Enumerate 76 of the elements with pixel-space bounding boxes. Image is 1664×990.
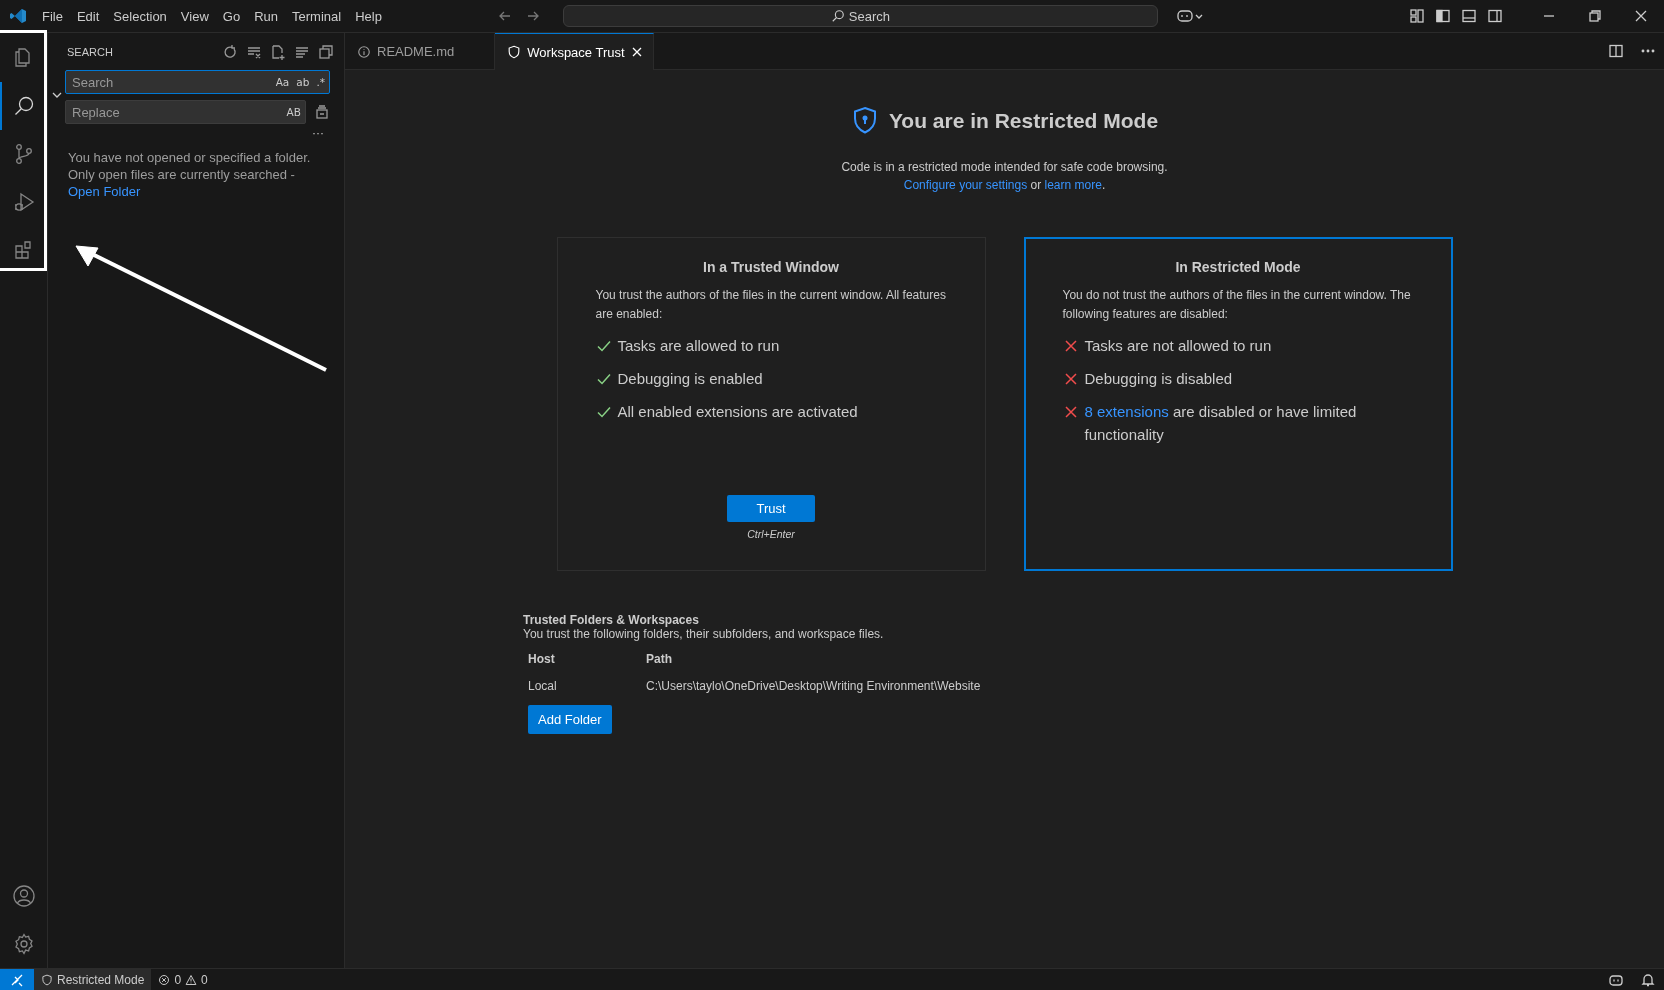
panel-toggle-icon[interactable] — [1461, 8, 1477, 24]
replace-placeholder: Replace — [72, 104, 121, 120]
editor-tab[interactable]: Workspace Trust — [495, 33, 654, 70]
warning-icon — [185, 973, 198, 986]
feature-text: Tasks are allowed to run — [617, 336, 780, 356]
shield-icon — [507, 45, 522, 59]
close-icon[interactable] — [630, 46, 643, 58]
search-option-toggle[interactable]: .* — [316, 76, 325, 88]
card-title: In a Trusted Window — [702, 259, 840, 275]
table-cell-text: Local — [527, 678, 558, 695]
sidebar-title: SEARCH — [67, 45, 114, 58]
settings-link[interactable]: Configure your settings — [903, 178, 1028, 192]
remote-button[interactable] — [0, 969, 34, 990]
menu-item[interactable]: Selection — [106, 6, 174, 26]
app-logo-icon — [9, 7, 27, 25]
search-option-toggle[interactable]: ab — [296, 76, 310, 88]
table-cell-text: C:\Users\taylo\OneDrive\Desktop\Writing Environment\Website — [645, 678, 982, 695]
section-title: Trusted Folders & Workspaces — [523, 613, 700, 627]
search-placeholder: Search — [848, 8, 890, 24]
remote-icon — [10, 972, 24, 987]
feature-text: All enabled extensions are activated — [617, 402, 858, 422]
copilot-icon[interactable] — [1175, 8, 1204, 24]
accounts-icon[interactable] — [11, 884, 36, 908]
menu-item[interactable]: Run — [247, 6, 285, 26]
extensions-link[interactable]: 8 extensions — [1084, 403, 1169, 420]
refresh-icon[interactable] — [222, 43, 238, 60]
close-icon[interactable] — [1633, 8, 1649, 24]
problems-item[interactable]: 0 0 — [151, 969, 215, 990]
search-icon — [830, 9, 845, 23]
expand-icon[interactable] — [318, 43, 334, 60]
restricted-mode-item[interactable]: Restricted Mode — [34, 969, 152, 990]
replace-field[interactable]: Replace AB — [65, 100, 306, 124]
restore-icon[interactable] — [1587, 8, 1603, 24]
trust-button[interactable]: Trust — [727, 495, 815, 522]
command-center-search[interactable]: Search — [562, 5, 1158, 27]
page-title: You are in Restricted Mode — [888, 109, 1159, 133]
primary-sidebar-toggle-icon[interactable] — [1435, 8, 1451, 24]
feature-text: Debugging is disabled — [1084, 369, 1233, 389]
feature-text: Tasks are not allowed to run — [1084, 336, 1272, 356]
menu-item[interactable]: Edit — [69, 6, 107, 26]
search-option-toggle[interactable]: Aa — [275, 76, 290, 88]
open-folder-link[interactable]: Open Folder — [68, 184, 141, 199]
more-options-button[interactable]: ··· — [312, 126, 324, 140]
learn-more-link[interactable]: learn more — [1044, 178, 1102, 192]
tab-label: Workspace Trust — [527, 44, 625, 60]
bell-icon[interactable] — [1640, 971, 1656, 988]
feature-text: 8 extensions are disabled or have limited functionality — [1084, 402, 1358, 445]
menu-item[interactable]: Terminal — [285, 6, 349, 26]
empty-search-message: You have not opened or specified a folder. Only open files are currently searched - Open Folder — [68, 149, 312, 200]
feature-text: Debugging is enabled — [617, 369, 763, 389]
new-search-editor-icon[interactable] — [270, 43, 286, 60]
replace-all-icon[interactable] — [314, 104, 330, 120]
menu-item[interactable]: View — [173, 6, 216, 26]
card-description: You trust the authors of the files in the current window. All features are enabled: — [595, 287, 947, 323]
shield-icon — [41, 973, 53, 986]
customize-layout-icon[interactable] — [1409, 8, 1425, 24]
error-icon — [158, 973, 171, 986]
column-header: Path — [645, 651, 673, 668]
page-description: Code is in a restricted mode intended for safe code browsing. Configure your settings or learn more. — [841, 159, 1168, 194]
tab-label: README.md — [377, 44, 455, 59]
search-field[interactable]: Search Aa ab .* — [65, 70, 330, 94]
split-editor-icon[interactable] — [1608, 43, 1624, 59]
column-header: Host — [527, 651, 556, 668]
menu-item[interactable]: Go — [215, 6, 248, 26]
section-description: You trust the following folders, their subfolders, and workspace files. — [523, 627, 885, 641]
add-folder-button[interactable]: Add Folder — [528, 705, 612, 734]
info-icon — [357, 44, 371, 59]
card-description: You do not trust the authors of the files in the current window. The following features are disabled: — [1062, 287, 1412, 323]
search-placeholder: Search — [72, 74, 115, 90]
card-title: In Restricted Mode — [1174, 259, 1302, 275]
menu-item[interactable]: File — [35, 6, 70, 26]
keyboard-shortcut: Ctrl+Enter — [747, 528, 795, 540]
secondary-sidebar-toggle-icon[interactable] — [1487, 8, 1503, 24]
menu-item[interactable]: Help — [348, 6, 389, 26]
preserve-case-toggle[interactable]: AB — [286, 106, 301, 118]
chevron-down-icon[interactable] — [52, 90, 62, 100]
